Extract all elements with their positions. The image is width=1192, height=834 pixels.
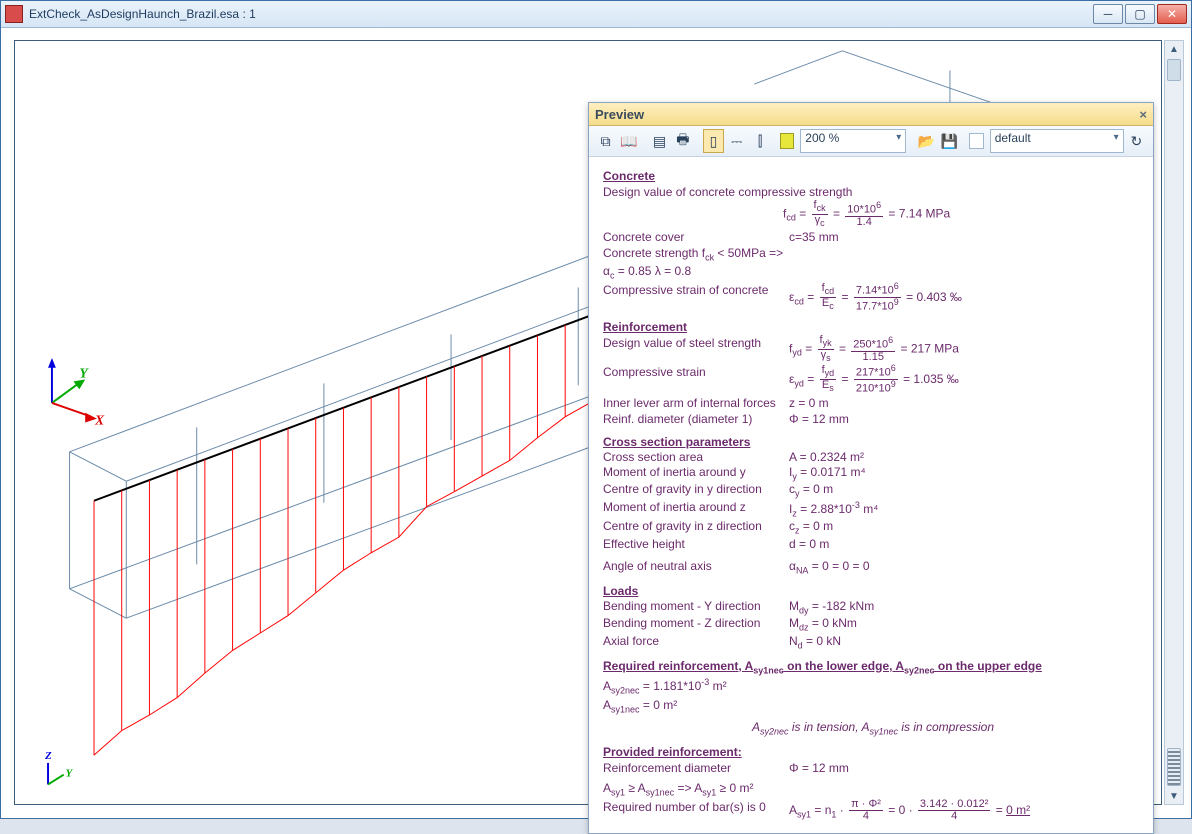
section-cross: Cross section parameters: [603, 434, 1143, 450]
preview-content: Concrete Design value of concrete compre…: [589, 156, 1153, 833]
data-row: Effective heightd = 0 m: [603, 536, 1143, 552]
window-buttons: ─ ▢ ✕: [1093, 4, 1187, 24]
data-row: Moment of inertia around zIz = 2.88*10-3…: [603, 499, 1143, 520]
copy-icon[interactable]: ⧉: [595, 129, 616, 153]
preview-toolbar: ⧉ 📖 ▤ 🖶 ▯ ⎓ ⫿ 200 % 📂 💾 default ↻: [589, 126, 1153, 157]
preview-close-icon[interactable]: ×: [1139, 107, 1147, 122]
axes-main: X Y: [48, 358, 105, 428]
data-row: Bending moment - Y directionMdy = -182 k…: [603, 598, 1143, 617]
axes-mini: Z Y: [44, 750, 74, 784]
app-icon: [5, 5, 23, 23]
vertical-scrollbar[interactable]: ▲ ▼: [1164, 40, 1184, 805]
section-req-reinf: Required reinforcement, Asy1nec on the l…: [603, 658, 1143, 677]
scroll-grip[interactable]: [1167, 748, 1181, 786]
data-row: Moment of inertia around yIy = 0.0171 m⁴: [603, 464, 1143, 483]
titlebar: ExtCheck_AsDesignHaunch_Brazil.esa : 1 ─…: [1, 1, 1191, 28]
scroll-thumb[interactable]: [1167, 59, 1181, 81]
label-fcd: Design value of concrete compressive str…: [603, 184, 1143, 200]
save-icon[interactable]: 💾: [939, 129, 960, 153]
preview-panel: Preview × ⧉ 📖 ▤ 🖶 ▯ ⎓ ⫿ 200 % 📂 💾: [588, 102, 1154, 834]
section-provided: Provided reinforcement:: [603, 744, 1143, 760]
stack-icon[interactable]: ▤: [649, 129, 670, 153]
data-row: Centre of gravity in z directioncz = 0 m: [603, 518, 1143, 537]
svg-text:X: X: [94, 412, 105, 427]
section-loads: Loads: [603, 583, 1143, 599]
scroll-down-button[interactable]: ▼: [1165, 788, 1183, 804]
svg-text:Y: Y: [66, 768, 74, 780]
svg-text:Z: Z: [44, 750, 52, 762]
data-row: Cross section areaA = 0.2324 m²: [603, 449, 1143, 465]
preset-select[interactable]: default: [990, 129, 1124, 153]
minimize-button[interactable]: ─: [1093, 4, 1123, 24]
svg-text:Y: Y: [79, 366, 89, 381]
data-row: Bending moment - Z directionMdz = 0 kNm: [603, 615, 1143, 634]
print-icon[interactable]: 🖶: [672, 129, 693, 153]
open-icon[interactable]: 📂: [916, 129, 937, 153]
data-row: Axial forceNd = 0 kN: [603, 633, 1143, 652]
window-title: ExtCheck_AsDesignHaunch_Brazil.esa : 1: [29, 7, 1093, 21]
client-area: X Y Z Y: [2, 28, 1190, 817]
zoom-select[interactable]: 200 %: [800, 129, 906, 153]
fit-width-icon[interactable]: ⎓: [726, 129, 747, 153]
close-button[interactable]: ✕: [1157, 4, 1187, 24]
app-window: ExtCheck_AsDesignHaunch_Brazil.esa : 1 ─…: [0, 0, 1192, 819]
preset-swatch[interactable]: [969, 133, 983, 149]
scroll-up-button[interactable]: ▲: [1165, 41, 1183, 57]
preview-header[interactable]: Preview ×: [589, 103, 1153, 126]
section-concrete: Concrete: [603, 168, 1143, 184]
color-swatch[interactable]: [780, 133, 794, 149]
fit-page-icon[interactable]: ▯: [703, 129, 724, 153]
data-row: Centre of gravity in y directioncy = 0 m: [603, 481, 1143, 500]
section-reinforcement: Reinforcement: [603, 319, 1143, 335]
refresh-icon[interactable]: ↻: [1126, 129, 1147, 153]
eq-fcd: fcd = fckγc = 10*1061.4 = 7.14 MPa: [603, 200, 1143, 228]
book-icon[interactable]: 📖: [618, 129, 639, 153]
fit-height-icon[interactable]: ⫿: [749, 129, 770, 153]
maximize-button[interactable]: ▢: [1125, 4, 1155, 24]
preview-title: Preview: [595, 107, 644, 122]
